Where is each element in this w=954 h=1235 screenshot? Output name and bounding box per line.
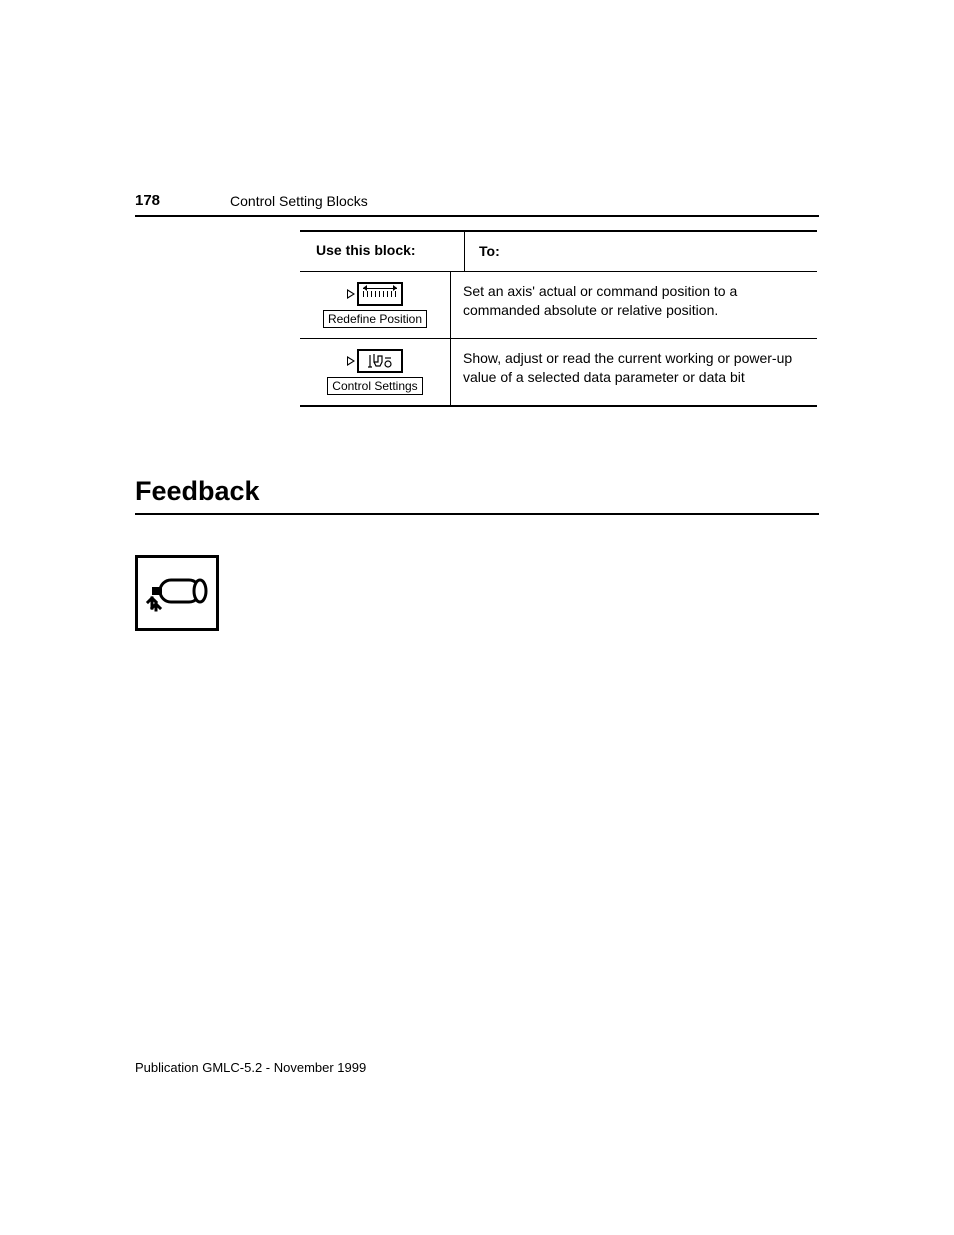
table-row: Control Settings Show, adjust or read th… — [300, 339, 817, 405]
input-triangle-icon — [347, 289, 355, 299]
ruler-icon — [357, 282, 403, 306]
feedback-motor-icon — [135, 555, 219, 631]
page-number: 178 — [135, 192, 160, 209]
table-header-row: Use this block: To: — [300, 232, 817, 272]
page-header: 178 Control Setting Blocks — [135, 192, 819, 217]
section-heading-feedback: Feedback — [135, 476, 819, 515]
block-label: Control Settings — [327, 377, 422, 395]
control-settings-block-icon: Control Settings — [308, 349, 442, 395]
header-section-title: Control Setting Blocks — [230, 193, 368, 209]
block-label: Redefine Position — [323, 310, 427, 328]
block-cell: Control Settings — [300, 339, 451, 405]
publication-footer: Publication GMLC-5.2 - November 1999 — [135, 1060, 366, 1075]
redefine-position-block-icon: Redefine Position — [308, 282, 442, 328]
block-table: Use this block: To: Redefine Position Se… — [300, 230, 817, 407]
block-description: Show, adjust or read the current working… — [451, 339, 817, 405]
table-row: Redefine Position Set an axis' actual or… — [300, 272, 817, 339]
hand-adjust-icon — [357, 349, 403, 373]
block-cell: Redefine Position — [300, 272, 451, 338]
table-header-col1: Use this block: — [300, 232, 465, 271]
block-description: Set an axis' actual or command position … — [451, 272, 817, 338]
input-triangle-icon — [347, 356, 355, 366]
table-header-col2: To: — [465, 232, 817, 271]
